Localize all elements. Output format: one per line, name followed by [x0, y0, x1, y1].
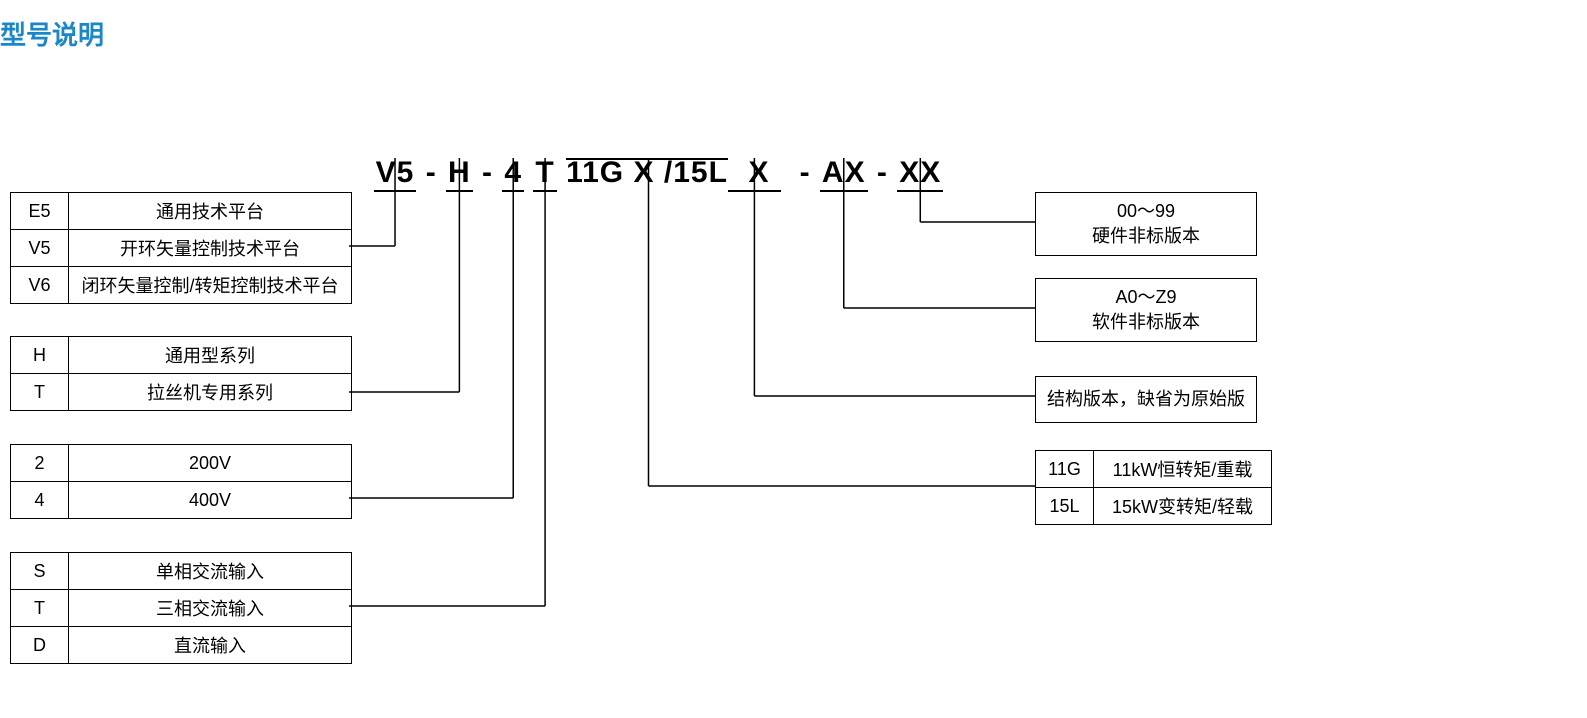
seg-platform: V5 — [374, 156, 417, 192]
cell-desc: 15kW变转矩/轻载 — [1094, 488, 1272, 525]
seg-struct: X — [728, 156, 781, 192]
table-row: T三相交流输入 — [11, 590, 352, 627]
seg-hw: XX — [897, 156, 943, 192]
cell-code: T — [11, 590, 69, 627]
sw-label: 软件非标版本 — [1046, 310, 1246, 335]
cell-code: T — [11, 374, 69, 411]
table-row: 15L15kW变转矩/轻载 — [1036, 488, 1272, 525]
cell-code: S — [11, 553, 69, 590]
cell-desc: 通用技术平台 — [69, 193, 352, 230]
cell-code: 2 — [11, 445, 69, 482]
table-row: E5通用技术平台 — [11, 193, 352, 230]
cell-desc: 200V — [69, 445, 352, 482]
model-string: V5 - H - 4 T 11G X /15L X - AX - XX — [355, 122, 943, 192]
cell-code: E5 — [11, 193, 69, 230]
cell-desc: 11kW恒转矩/重载 — [1094, 451, 1272, 488]
hw-range: 00～99 — [1046, 199, 1246, 224]
table-power: 11G11kW恒转矩/重载 15L15kW变转矩/轻载 — [1035, 450, 1272, 525]
table-platform: E5通用技术平台 V5开环矢量控制技术平台 V6闭环矢量控制/转矩控制技术平台 — [10, 192, 352, 304]
table-series: H通用型系列 T拉丝机专用系列 — [10, 336, 352, 411]
table-row: V5开环矢量控制技术平台 — [11, 230, 352, 267]
cell-desc: 400V — [69, 482, 352, 519]
sw-range: A0～Z9 — [1046, 285, 1246, 310]
cell-desc: 闭环矢量控制/转矩控制技术平台 — [69, 267, 352, 304]
seg-x1: X — [634, 156, 655, 189]
table-row: T拉丝机专用系列 — [11, 374, 352, 411]
diagram-title: 型号说明 — [0, 15, 104, 52]
box-struct-version: 结构版本，缺省为原始版 — [1035, 376, 1257, 423]
seg-power-l: /15L — [664, 156, 728, 189]
seg-input: T — [533, 156, 556, 192]
seg-power-g: 11G — [566, 156, 624, 189]
seg-sw: AX — [820, 156, 868, 192]
cell-desc: 开环矢量控制技术平台 — [69, 230, 352, 267]
table-row: S单相交流输入 — [11, 553, 352, 590]
hw-label: 硬件非标版本 — [1046, 224, 1246, 249]
table-row: 11G11kW恒转矩/重载 — [1036, 451, 1272, 488]
table-row: V6闭环矢量控制/转矩控制技术平台 — [11, 267, 352, 304]
cell-code: 4 — [11, 482, 69, 519]
cell-desc: 直流输入 — [69, 627, 352, 664]
seg-voltage: 4 — [502, 156, 524, 192]
cell-code: H — [11, 337, 69, 374]
cell-desc: 单相交流输入 — [69, 553, 352, 590]
cell-code: D — [11, 627, 69, 664]
cell-desc: 通用型系列 — [69, 337, 352, 374]
box-sw-version: A0～Z9 软件非标版本 — [1035, 278, 1257, 342]
table-row: 2200V — [11, 445, 352, 482]
cell-code: V6 — [11, 267, 69, 304]
cell-desc: 拉丝机专用系列 — [69, 374, 352, 411]
table-row: H通用型系列 — [11, 337, 352, 374]
cell-desc: 三相交流输入 — [69, 590, 352, 627]
table-input: S单相交流输入 T三相交流输入 D直流输入 — [10, 552, 352, 664]
struct-label: 结构版本，缺省为原始版 — [1047, 389, 1245, 409]
cell-code: V5 — [11, 230, 69, 267]
table-row: 4400V — [11, 482, 352, 519]
cell-code: 11G — [1036, 451, 1094, 488]
table-row: D直流输入 — [11, 627, 352, 664]
table-voltage: 2200V 4400V — [10, 444, 352, 519]
box-hw-version: 00～99 硬件非标版本 — [1035, 192, 1257, 256]
cell-code: 15L — [1036, 488, 1094, 525]
seg-series: H — [446, 156, 473, 192]
